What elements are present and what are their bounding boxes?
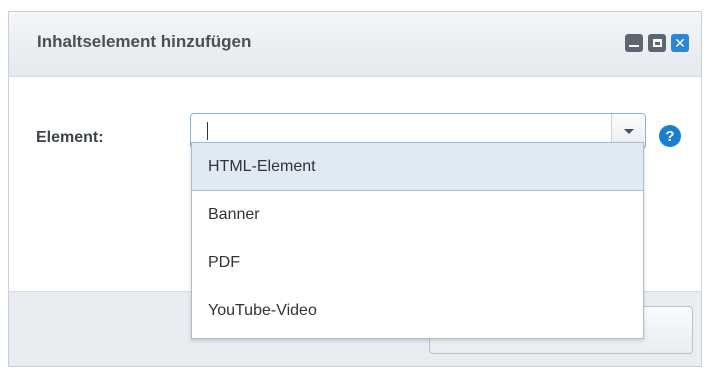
- minimize-button[interactable]: [625, 34, 643, 52]
- maximize-button[interactable]: [648, 34, 666, 52]
- dropdown-item-label: HTML-Element: [208, 157, 316, 175]
- dialog-title: Inhaltselement hinzufügen: [37, 32, 252, 51]
- element-label: Element:: [36, 129, 104, 146]
- dropdown-item-pdf[interactable]: PDF: [192, 239, 643, 287]
- dropdown-item-label: PDF: [208, 254, 240, 271]
- minimize-icon: [629, 45, 639, 47]
- dropdown-item-label: Banner: [208, 206, 260, 223]
- maximize-icon: [652, 39, 662, 47]
- chevron-down-icon: [623, 128, 634, 134]
- dropdown-item-youtube-video[interactable]: YouTube-Video: [192, 287, 643, 335]
- dropdown-item-banner[interactable]: Banner: [192, 191, 643, 239]
- help-icon[interactable]: ?: [659, 125, 681, 147]
- close-button[interactable]: ✕: [671, 34, 689, 52]
- dialog-titlebar[interactable]: Inhaltselement hinzufügen ✕: [9, 12, 701, 77]
- element-dropdown-list: HTML-Element Banner PDF YouTube-Video: [191, 142, 644, 339]
- dropdown-item-html-element[interactable]: HTML-Element: [192, 143, 643, 191]
- window-controls: ✕: [625, 34, 689, 52]
- text-cursor: [207, 122, 208, 140]
- dropdown-item-label: YouTube-Video: [208, 302, 317, 319]
- close-icon: ✕: [674, 35, 686, 51]
